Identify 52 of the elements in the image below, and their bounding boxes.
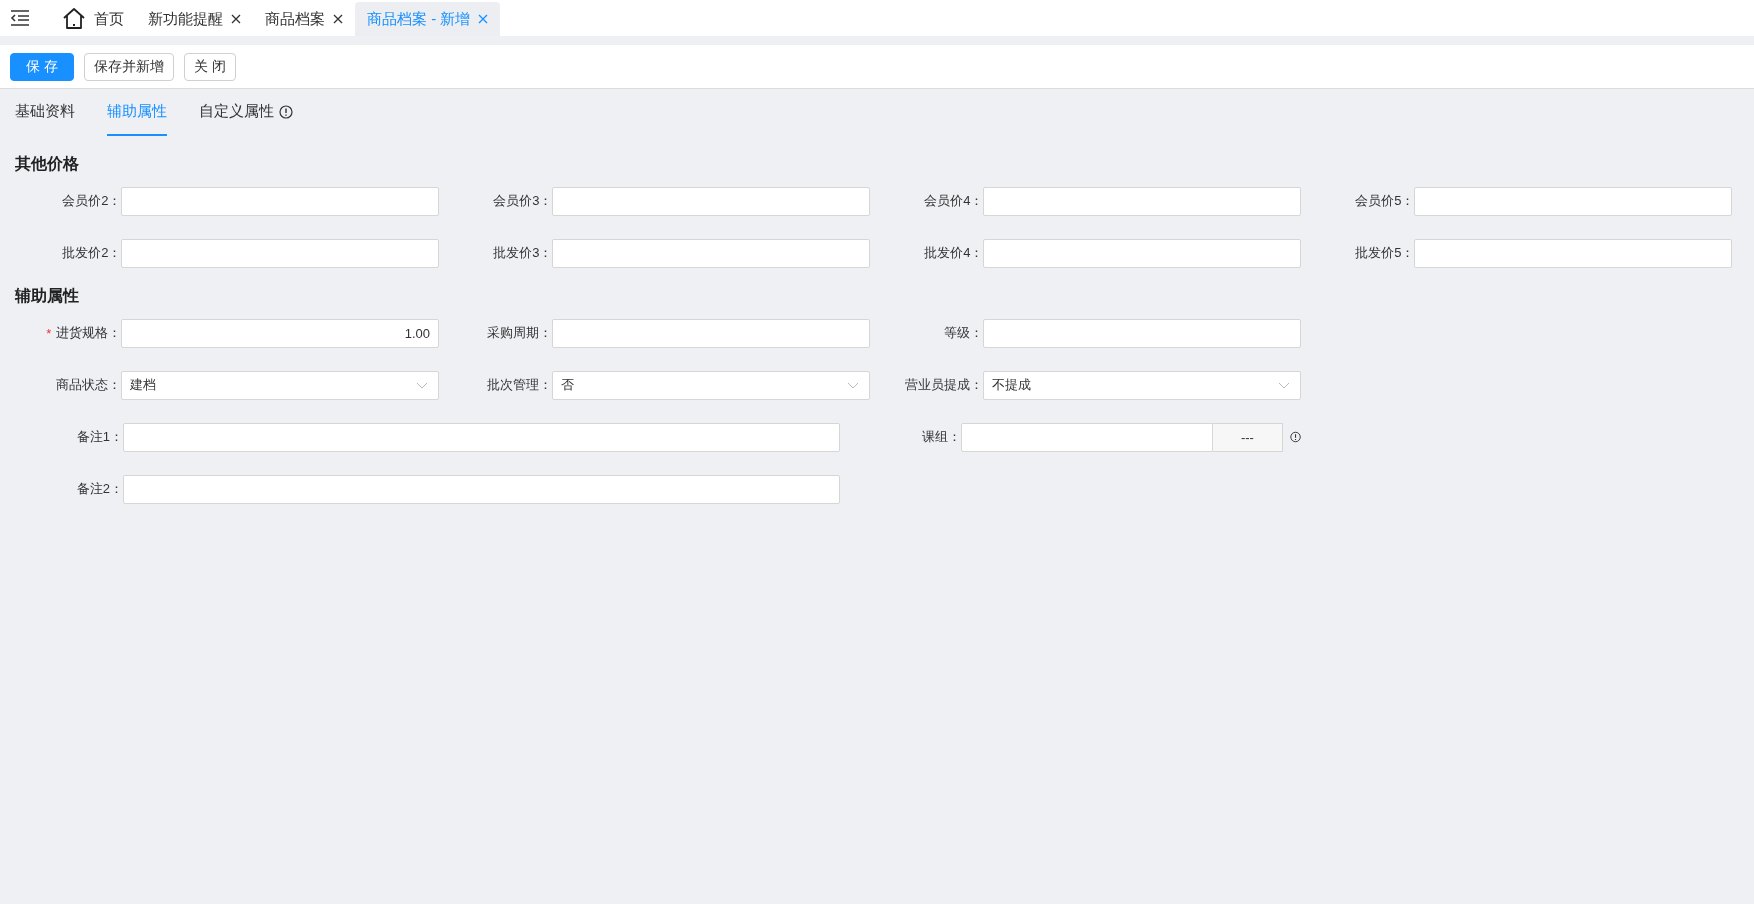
chevron-down-icon — [1278, 381, 1290, 389]
section-title: 其他价格 — [14, 154, 80, 174]
field-label: 课组： — [921, 428, 961, 446]
toolbar-button[interactable]: 保存并新增 — [83, 52, 174, 81]
input-field[interactable] — [983, 186, 1301, 216]
chevron-down-icon — [847, 381, 859, 389]
menu-icon[interactable] — [10, 10, 30, 26]
lookup-button[interactable]: --- — [1212, 422, 1283, 452]
field-label: 营业员提成： — [905, 376, 984, 394]
input-field[interactable] — [983, 318, 1301, 348]
input-field[interactable] — [121, 238, 439, 268]
field-label: 批发价2： — [62, 244, 122, 262]
page-tab[interactable]: 新功能提醒 — [136, 2, 253, 36]
required-mark: * — [46, 325, 52, 341]
field-label: 批发价5： — [1355, 244, 1415, 262]
field-label: 进货规格： — [56, 324, 122, 342]
input-field[interactable]: 1.00 — [121, 318, 439, 348]
select-field[interactable]: 建档 — [121, 370, 439, 400]
field-label: 批发价3： — [493, 244, 553, 262]
section-title: 辅助属性 — [13, 286, 80, 306]
input-field[interactable] — [552, 318, 870, 348]
field-label: 备注2： — [76, 480, 123, 498]
input-field[interactable] — [983, 238, 1301, 268]
page-tab[interactable]: 商品档案 — [253, 2, 355, 36]
input-field[interactable] — [121, 186, 439, 216]
field-label: 商品状态： — [56, 376, 122, 394]
field-label: 备注1： — [76, 428, 123, 446]
field-label: 采购周期： — [487, 324, 553, 342]
page-tab[interactable]: 首页 — [50, 2, 136, 36]
chevron-down-icon — [416, 381, 428, 389]
select-field[interactable]: 否 — [552, 370, 870, 400]
toolbar-button[interactable]: 关 闭 — [183, 52, 236, 81]
input-field[interactable] — [960, 422, 1213, 452]
field-label: 会员价4： — [924, 192, 984, 210]
input-field[interactable] — [123, 474, 840, 504]
select-field[interactable]: 不提成 — [983, 370, 1301, 400]
field-label: 批发价4： — [924, 244, 984, 262]
field-label: 等级： — [944, 324, 984, 342]
input-field[interactable] — [552, 186, 870, 216]
home-icon — [62, 7, 86, 31]
close-icon[interactable] — [231, 14, 241, 24]
field-label: 批次管理： — [487, 376, 553, 394]
input-field[interactable] — [1414, 238, 1732, 268]
form-tab[interactable]: 基础资料 — [15, 89, 75, 136]
field-label: 会员价3： — [493, 192, 553, 210]
field-label: 会员价5： — [1355, 192, 1415, 210]
field-label: 会员价2： — [62, 192, 122, 210]
input-field[interactable] — [1414, 186, 1732, 216]
close-icon[interactable] — [333, 14, 343, 24]
form-tab[interactable]: 自定义属性 — [199, 89, 293, 136]
input-field[interactable] — [123, 422, 840, 452]
input-field[interactable] — [552, 238, 870, 268]
